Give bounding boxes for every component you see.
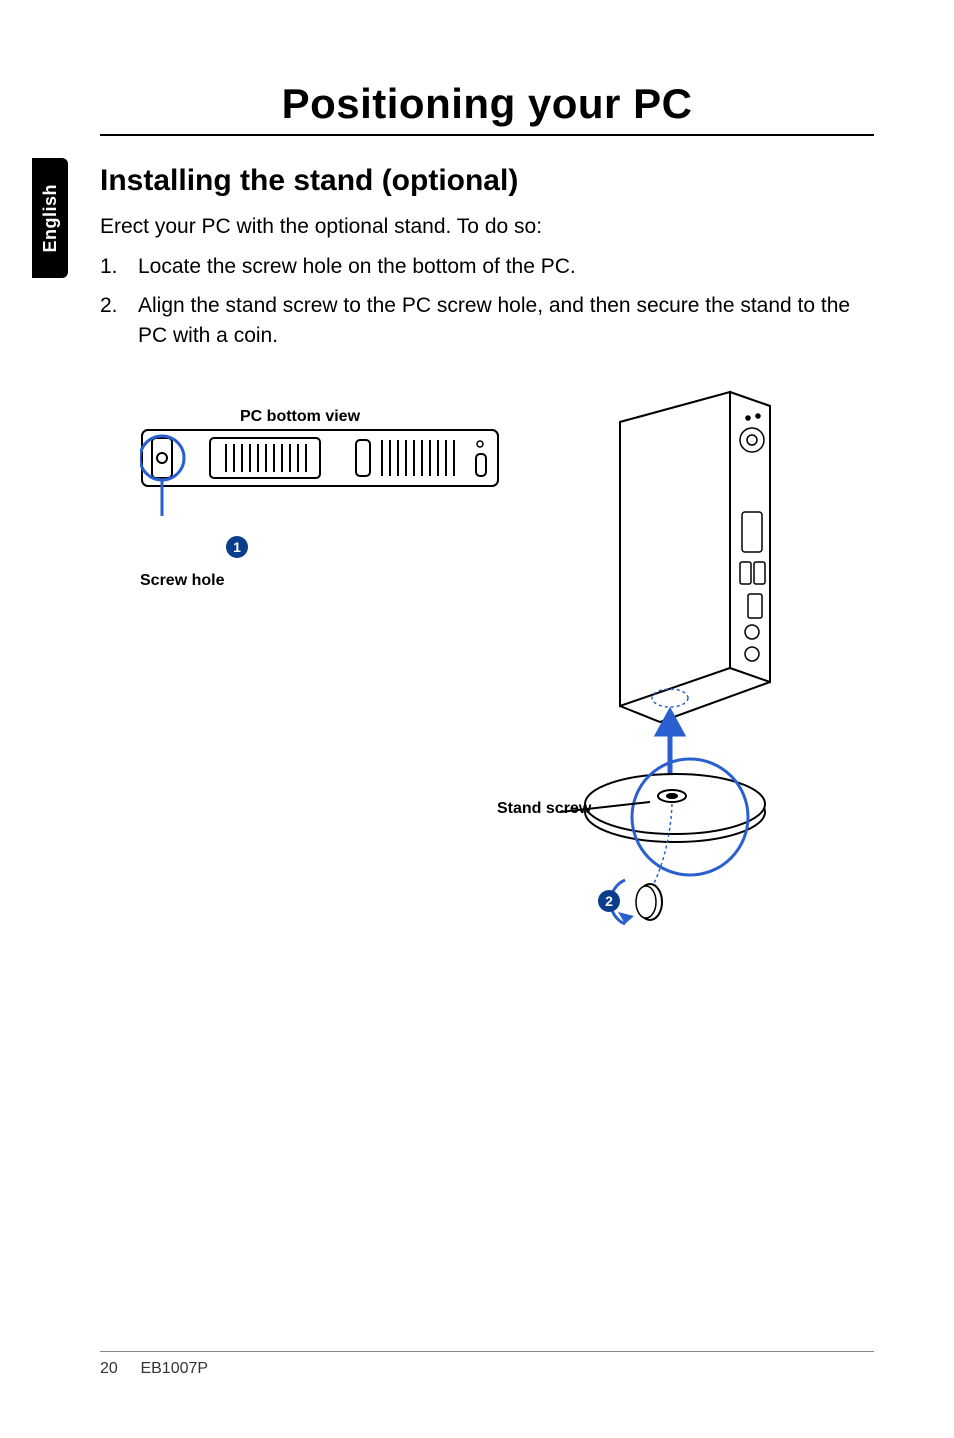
- model-name: EB1007P: [140, 1360, 208, 1377]
- callout-1: 1: [226, 536, 248, 558]
- bottom-view-label: PC bottom view: [240, 408, 360, 426]
- language-tab: English: [32, 158, 68, 278]
- stand-screw-label: Stand screw: [497, 800, 591, 818]
- steps-list: 1. Locate the screw hole on the bottom o…: [100, 252, 874, 351]
- screw-hole-label: Screw hole: [140, 572, 224, 590]
- step-number: 1.: [100, 252, 138, 282]
- diagram: PC bottom view 1: [100, 382, 874, 982]
- callout-2: 2: [598, 890, 620, 912]
- list-item: 1. Locate the screw hole on the bottom o…: [100, 252, 874, 282]
- list-item: 2. Align the stand screw to the PC screw…: [100, 291, 874, 352]
- pc-bottom-view-illustration: [140, 428, 500, 518]
- pc-stand-illustration: [500, 382, 860, 942]
- section-heading: Installing the stand (optional): [100, 164, 874, 198]
- page-title: Positioning your PC: [100, 80, 874, 128]
- page-footer: 20 EB1007P: [100, 1351, 874, 1378]
- step-text: Align the stand screw to the PC screw ho…: [138, 291, 874, 352]
- title-rule: Positioning your PC: [100, 80, 874, 136]
- language-label: English: [40, 184, 61, 253]
- lead-paragraph: Erect your PC with the optional stand. T…: [100, 212, 874, 242]
- step-text: Locate the screw hole on the bottom of t…: [138, 252, 874, 282]
- step-number: 2.: [100, 291, 138, 352]
- page-number: 20: [100, 1360, 136, 1378]
